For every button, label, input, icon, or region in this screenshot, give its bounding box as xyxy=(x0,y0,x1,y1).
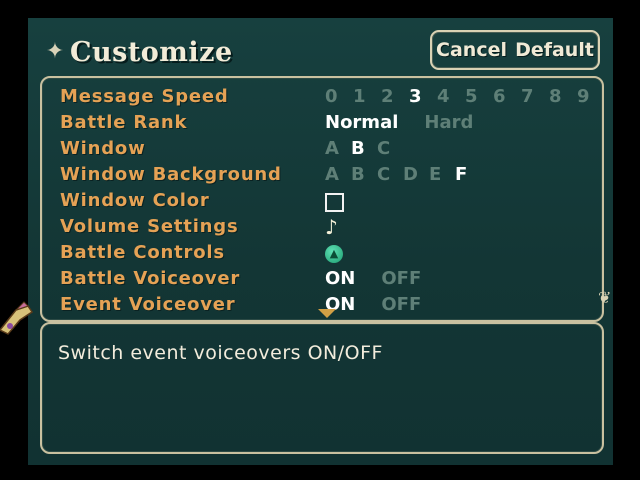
option-value[interactable]: 2 xyxy=(381,86,409,107)
music-note-icon[interactable]: ♪ xyxy=(325,216,338,238)
default-button[interactable]: Default xyxy=(515,39,594,61)
option-label: Battle Rank xyxy=(60,112,188,133)
option-battle-voiceover[interactable]: Battle Voiceover ON OFF xyxy=(60,268,600,294)
option-label: Battle Voiceover xyxy=(60,268,241,289)
option-value[interactable]: D xyxy=(403,164,429,185)
option-value[interactable]: B xyxy=(351,164,377,185)
cancel-button[interactable]: Cancel xyxy=(436,39,507,61)
option-label: Window xyxy=(60,138,146,159)
option-value[interactable]: B xyxy=(351,138,377,159)
window-values[interactable]: ABC xyxy=(325,138,403,159)
volume-settings-value[interactable]: ♪ xyxy=(325,216,338,238)
option-value[interactable]: 6 xyxy=(493,86,521,107)
option-value[interactable]: 1 xyxy=(353,86,381,107)
option-value[interactable]: Normal xyxy=(325,112,398,133)
window-background-values[interactable]: ABCDEF xyxy=(325,164,481,185)
option-label: Message Speed xyxy=(60,86,229,107)
option-message-speed[interactable]: Message Speed 0123456789 xyxy=(60,86,600,112)
option-value[interactable]: Hard xyxy=(424,112,473,133)
window-color-value[interactable] xyxy=(325,190,344,212)
compass-star-icon: ✦ xyxy=(45,39,65,64)
option-value[interactable]: 0 xyxy=(325,86,353,107)
option-value[interactable]: 5 xyxy=(465,86,493,107)
option-window[interactable]: Window ABC xyxy=(60,138,600,164)
option-value[interactable]: A xyxy=(325,138,351,159)
option-value[interactable]: 4 xyxy=(437,86,465,107)
option-window-color[interactable]: Window Color xyxy=(60,190,600,216)
option-value[interactable]: E xyxy=(429,164,455,185)
pointer-hand-icon xyxy=(0,301,34,335)
controller-button-icon[interactable]: ▲ xyxy=(325,245,343,263)
option-value[interactable]: 3 xyxy=(409,86,437,107)
option-volume-settings[interactable]: Volume Settings ♪ xyxy=(60,216,600,242)
option-value[interactable]: ON xyxy=(325,268,355,289)
option-value[interactable]: C xyxy=(377,138,403,159)
title-row: ✦ Customize xyxy=(42,32,233,72)
option-label: Event Voiceover xyxy=(60,294,236,315)
page-title: Customize xyxy=(70,36,233,68)
option-label: Window Background xyxy=(60,164,282,185)
option-value[interactable]: A xyxy=(325,164,351,185)
battle-voiceover-values[interactable]: ON OFF xyxy=(325,268,447,289)
action-buttons: Cancel Default xyxy=(430,30,600,70)
battle-rank-values[interactable]: Normal Hard xyxy=(325,112,499,133)
battle-controls-value[interactable]: ▲ xyxy=(325,242,343,263)
option-value[interactable]: C xyxy=(377,164,403,185)
scroll-down-arrow-icon[interactable] xyxy=(318,309,336,318)
customize-screen: ✦ Customize Cancel Default Message Speed… xyxy=(0,18,613,465)
ornament-icon: ❦ xyxy=(598,288,612,307)
message-speed-values[interactable]: 0123456789 xyxy=(325,86,605,107)
option-battle-controls[interactable]: Battle Controls ▲ xyxy=(60,242,600,268)
option-value[interactable]: 7 xyxy=(521,86,549,107)
event-voiceover-values[interactable]: ON OFF xyxy=(325,294,447,315)
color-swatch-icon[interactable] xyxy=(325,193,344,212)
option-value[interactable]: 8 xyxy=(549,86,577,107)
option-label: Battle Controls xyxy=(60,242,225,263)
option-value[interactable]: 9 xyxy=(577,86,605,107)
option-value[interactable]: OFF xyxy=(381,294,421,315)
option-label: Volume Settings xyxy=(60,216,239,237)
option-label: Window Color xyxy=(60,190,210,211)
help-text: Switch event voiceovers ON/OFF xyxy=(58,342,383,364)
option-window-background[interactable]: Window Background ABCDEF xyxy=(60,164,600,190)
option-value[interactable]: OFF xyxy=(381,268,421,289)
option-value[interactable]: F xyxy=(455,164,481,185)
options-panel: Message Speed 0123456789 Battle Rank Nor… xyxy=(40,76,611,322)
option-battle-rank[interactable]: Battle Rank Normal Hard xyxy=(60,112,600,138)
help-panel: Switch event voiceovers ON/OFF xyxy=(40,322,604,454)
